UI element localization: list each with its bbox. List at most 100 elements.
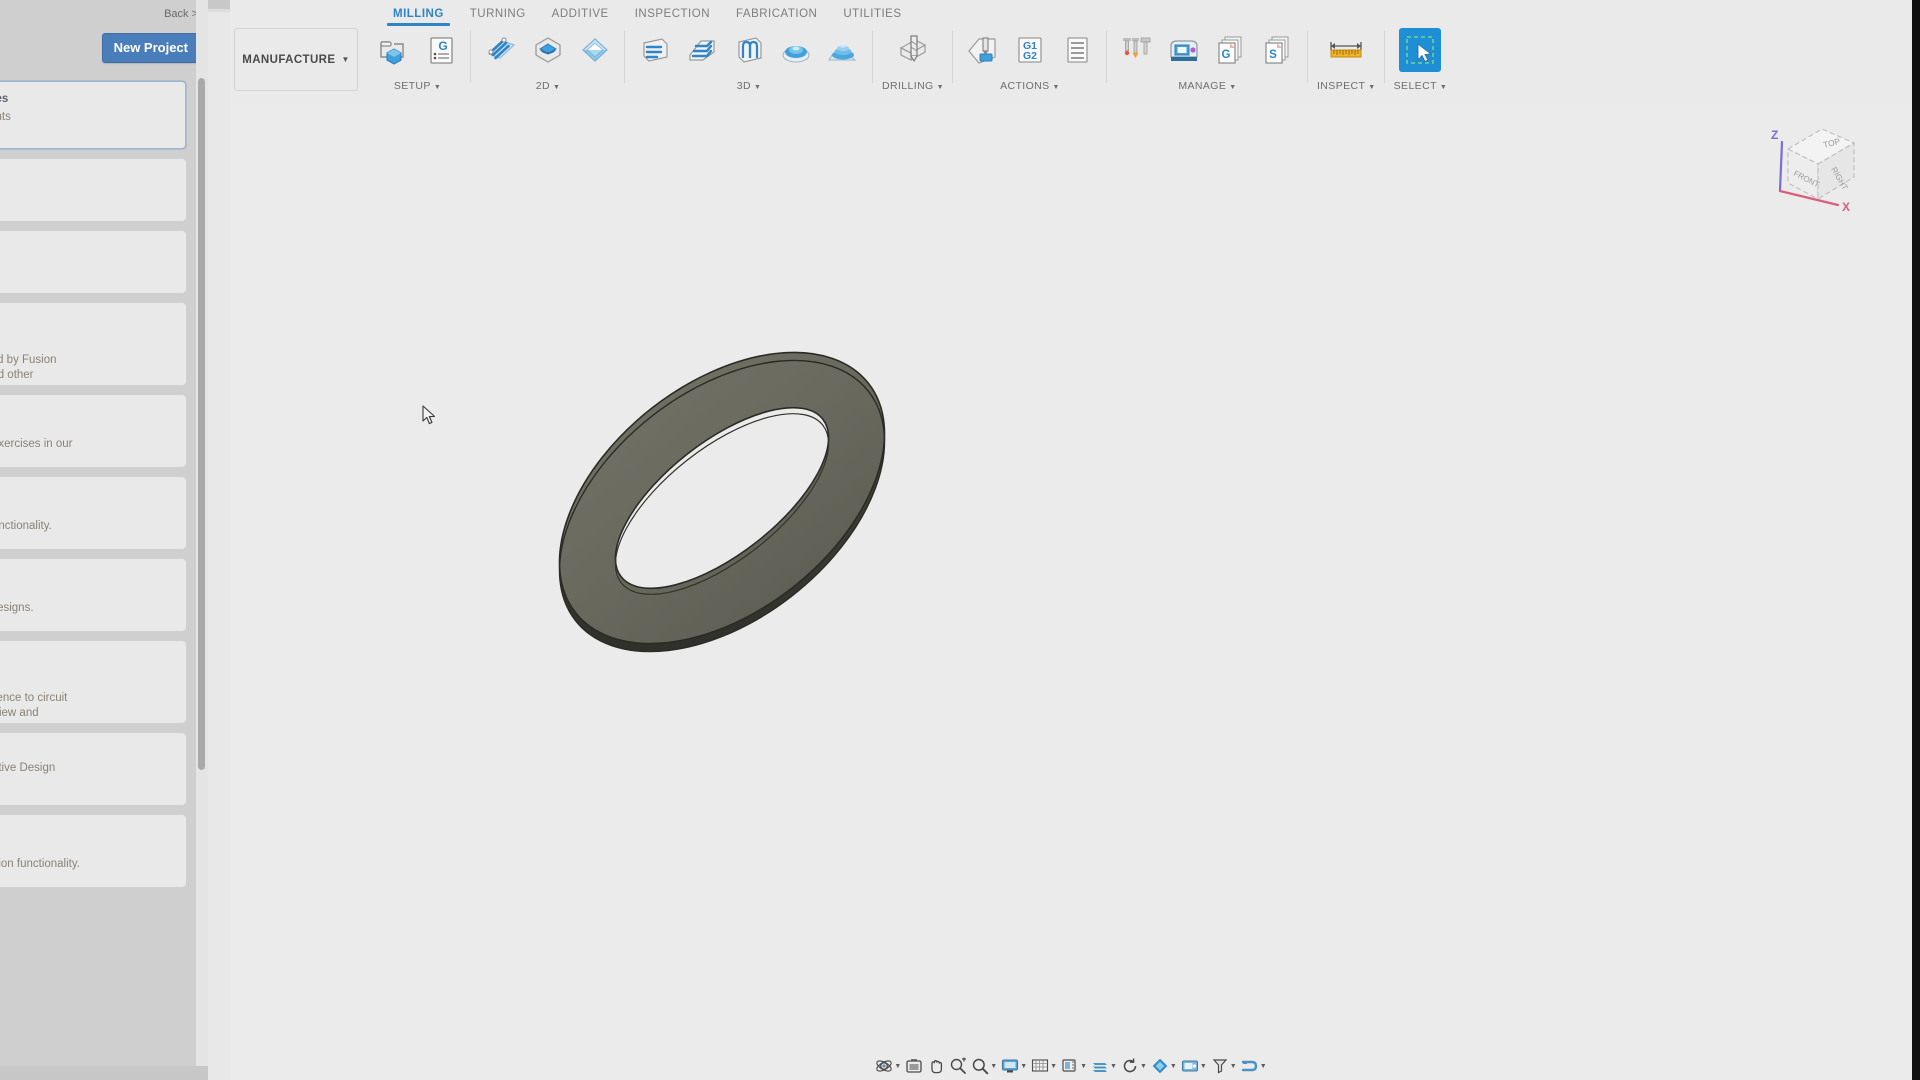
- object-visibility-icon[interactable]: ▼: [1149, 1057, 1179, 1075]
- project-card[interactable]: ples Generative Design: [0, 733, 186, 805]
- project-card[interactable]: CAM functionality.: [0, 477, 186, 549]
- chevron-down-icon[interactable]: ▼: [1020, 1063, 1027, 1070]
- probe-icon[interactable]: [962, 28, 1004, 72]
- ribbon-group-label-select[interactable]: SELECT ▼: [1394, 80, 1448, 92]
- group-label-text: SETUP: [393, 80, 431, 92]
- group-label-text: 2D: [535, 80, 550, 92]
- ribbon-group-label-drilling[interactable]: DRILLING ▼: [882, 80, 944, 92]
- project-card[interactable]: ds-on exercises in our: [0, 395, 186, 467]
- chevron-down-icon[interactable]: ▼: [990, 1063, 997, 1070]
- project-card-description-line: Simulation functionality.: [0, 858, 80, 870]
- zoom-icon[interactable]: ▼: [969, 1057, 999, 1075]
- ribbon-group-label-inspect[interactable]: INSPECT ▼: [1317, 80, 1376, 92]
- machine-library-icon[interactable]: [1163, 28, 1205, 72]
- ribbon-tab-inspection[interactable]: INSPECTION: [622, 8, 723, 25]
- viewports-icon[interactable]: ▼: [1059, 1057, 1089, 1075]
- chevron-down-icon[interactable]: ▼: [1230, 1063, 1237, 1070]
- mouse-cursor: [422, 405, 438, 425]
- orbit-icon[interactable]: ▼: [873, 1057, 903, 1075]
- g1-g2-icon[interactable]: G1 G2: [1009, 28, 1051, 72]
- chevron-down-icon[interactable]: ▼: [1050, 1063, 1057, 1070]
- grid-snap-icon[interactable]: ▼: [1029, 1057, 1059, 1075]
- spiral-icon[interactable]: [822, 28, 864, 72]
- drill-icon[interactable]: [892, 28, 934, 72]
- snapshot-icon[interactable]: ▼: [1239, 1057, 1269, 1075]
- data-panel: Back > New Project Samples ocuments ets us…: [0, 0, 208, 1080]
- chevron-down-icon[interactable]: ▼: [1260, 1063, 1267, 1070]
- ribbon-group-label-setup[interactable]: SETUP ▼: [394, 80, 441, 92]
- project-card-description-line: ets used by Fusion: [0, 354, 57, 366]
- adaptive-clearing-3d-icon[interactable]: [634, 28, 676, 72]
- select-icon[interactable]: [1399, 28, 1442, 72]
- ribbon: MILLING TURNING ADDITIVE INSPECTION FABRICAT…: [230, 0, 1912, 104]
- effects-icon[interactable]: ▼: [1209, 1057, 1239, 1075]
- ribbon-group-label-actions[interactable]: ACTIONS ▼: [1000, 80, 1060, 92]
- project-card[interactable]: ets used by Fusion ries, and other: [0, 303, 186, 385]
- navigation-bar: ▼ ▼ ▼ ▼ ▼ ▼ ▼ ▼ ▼ ▼ ▼: [230, 1054, 1912, 1078]
- ribbon-group-actions: G1 G2 ACTIONS ▼: [953, 26, 1107, 103]
- tool-library-icon[interactable]: [1116, 28, 1158, 72]
- chevron-down-icon[interactable]: ▼: [1140, 1063, 1147, 1070]
- project-card-description-line: Generative Design: [0, 762, 56, 774]
- data-panel-scrollbar[interactable]: [196, 0, 208, 1080]
- chevron-down-icon[interactable]: ▼: [894, 1063, 901, 1070]
- visual-style-icon[interactable]: ▼: [1089, 1057, 1119, 1075]
- ribbon-tab-milling[interactable]: MILLING: [380, 8, 457, 26]
- group-label-text: MANAGE: [1178, 80, 1227, 92]
- adaptive-clearing-2d-icon[interactable]: [527, 28, 569, 72]
- project-card-description-line: CAM functionality.: [0, 520, 52, 532]
- back-link[interactable]: Back >: [164, 8, 198, 20]
- project-card-description: CAM functionality.: [0, 519, 174, 534]
- project-card[interactable]: [0, 159, 186, 221]
- project-card[interactable]: usion designs.: [0, 559, 186, 631]
- zoom-window-icon[interactable]: [947, 1057, 969, 1075]
- project-card-description: Generative Design: [0, 761, 174, 776]
- look-at-icon[interactable]: [903, 1057, 925, 1075]
- generate-nc-program-icon[interactable]: G: [420, 28, 462, 72]
- setup-icon[interactable]: [373, 28, 415, 72]
- manual-nc-icon[interactable]: [1056, 28, 1098, 72]
- scallop-icon[interactable]: [775, 28, 817, 72]
- workspace-switcher[interactable]: MANUFACTURE ▼: [234, 28, 358, 91]
- camera-icon[interactable]: ▼: [1179, 1057, 1209, 1075]
- model-annular-ring[interactable]: [512, 338, 932, 668]
- ribbon-tab-fabrication[interactable]: FABRICATION: [723, 8, 830, 25]
- display-settings-icon[interactable]: ▼: [999, 1057, 1029, 1075]
- data-panel-scroll-thumb[interactable]: [198, 78, 205, 770]
- face-icon[interactable]: [480, 28, 522, 72]
- chevron-down-icon[interactable]: ▼: [1200, 1063, 1207, 1070]
- refresh-icon[interactable]: ▼: [1119, 1057, 1149, 1075]
- chevron-down-icon[interactable]: ▼: [1170, 1063, 1177, 1070]
- project-card[interactable]: [0, 231, 186, 293]
- group-label-text: INSPECT: [1316, 80, 1366, 92]
- svg-text:G2: G2: [1023, 50, 1037, 62]
- ribbon-tab-additive[interactable]: ADDITIVE: [539, 8, 622, 25]
- project-card[interactable]: Simulation functionality.: [0, 815, 186, 887]
- ribbon-group-3d: 3D ▼: [625, 26, 873, 103]
- measure-icon[interactable]: [1325, 28, 1367, 72]
- fusion-360-window: Back > New Project Samples ocuments ets us…: [0, 0, 1920, 1080]
- ribbon-tab-utilities[interactable]: UTILITIES: [830, 8, 914, 25]
- chevron-down-icon[interactable]: ▼: [1110, 1063, 1117, 1070]
- ribbon-group-label-2d[interactable]: 2D ▼: [536, 80, 561, 92]
- fusion-main-area: MILLING TURNING ADDITIVE INSPECTION FABRICAT…: [230, 0, 1912, 1080]
- ribbon-group-label-3d[interactable]: 3D ▼: [737, 80, 762, 92]
- parallel-icon[interactable]: [728, 28, 770, 72]
- ribbon-group-label-manage[interactable]: MANAGE ▼: [1178, 80, 1236, 92]
- project-card-description-line: ds-on exercises in our: [0, 438, 73, 450]
- pan-icon[interactable]: [925, 1057, 947, 1075]
- project-card[interactable]: Samples ocuments: [0, 81, 186, 149]
- 3d-viewport[interactable]: TOP FRONT RIGHT Z X ▼ ▼ ▼ ▼ ▼ ▼ ▼ ▼ ▼ ▼ …: [230, 103, 1912, 1080]
- chevron-down-icon[interactable]: ▼: [1080, 1063, 1087, 1070]
- group-label-text: DRILLING: [882, 80, 934, 92]
- project-card[interactable]: th reference to circuit ith 3D view and: [0, 641, 186, 723]
- post-library-icon[interactable]: G: [1210, 28, 1252, 72]
- nc-program-library-icon[interactable]: S: [1257, 28, 1299, 72]
- viewcube-x-label: X: [1842, 200, 1850, 214]
- pocket-2d-icon[interactable]: [574, 28, 616, 72]
- view-cube[interactable]: TOP FRONT RIGHT Z X: [1760, 111, 1870, 221]
- horizontal-icon[interactable]: [681, 28, 723, 72]
- ribbon-tab-turning[interactable]: TURNING: [457, 8, 539, 25]
- new-project-button[interactable]: New Project: [101, 33, 200, 63]
- viewcube-z-label: Z: [1771, 128, 1778, 142]
